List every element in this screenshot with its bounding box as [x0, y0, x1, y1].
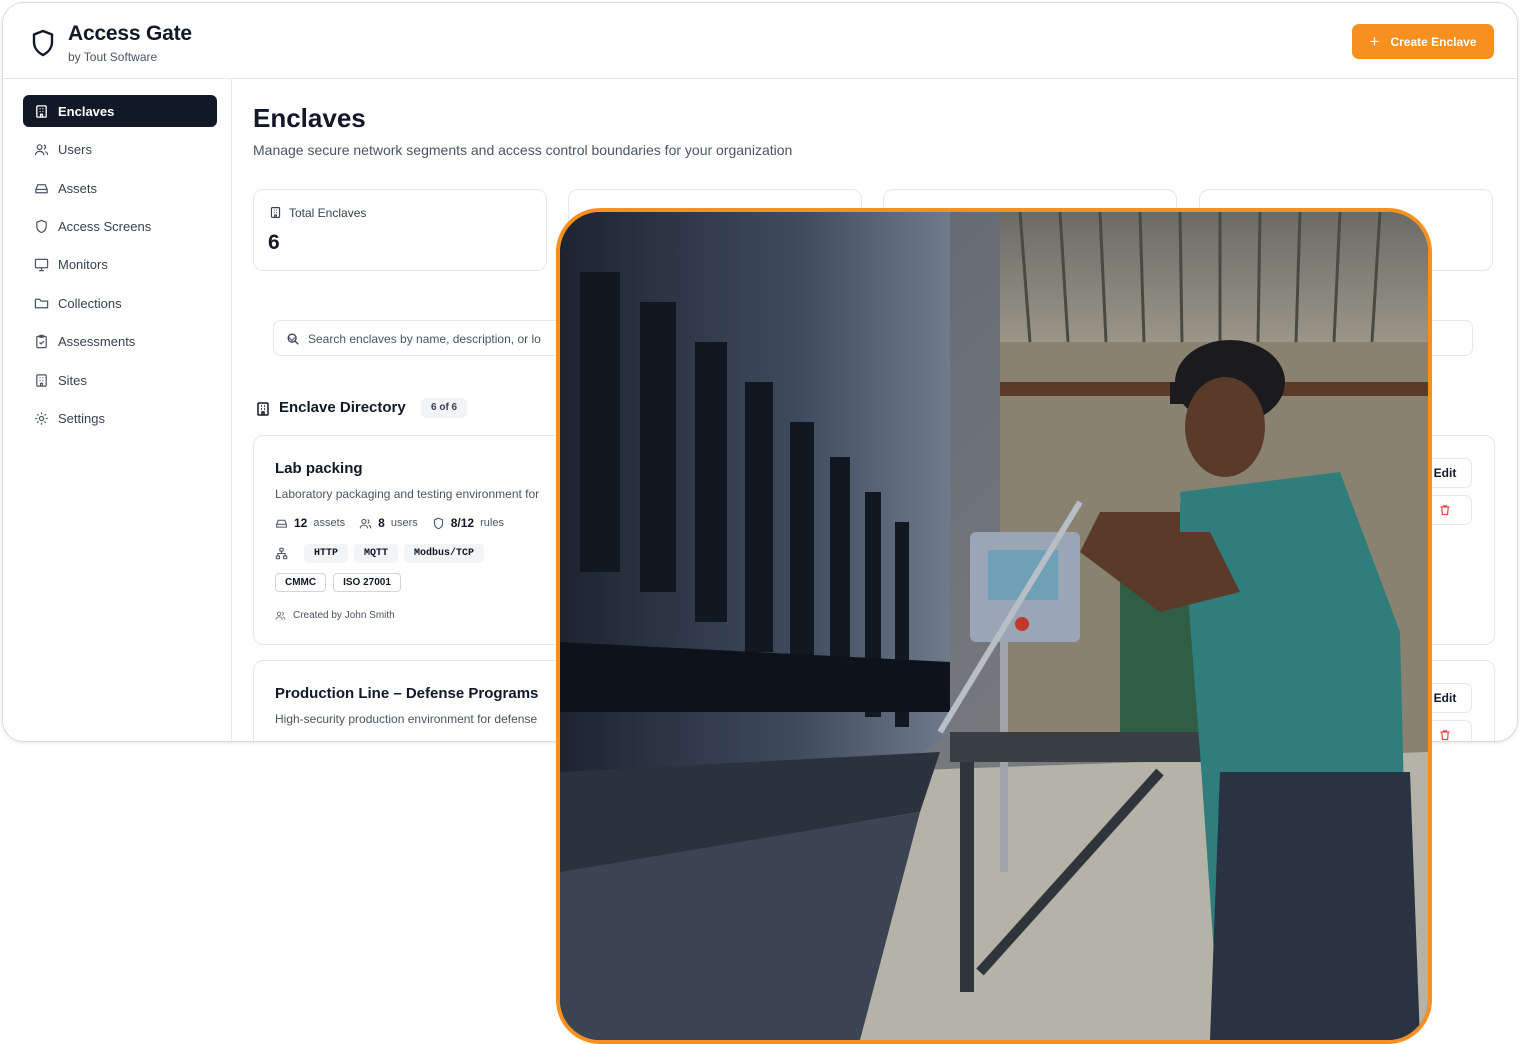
shield-icon [433, 517, 443, 529]
enclave-name: Lab packing [275, 460, 363, 477]
enclave-description: Laboratory packaging and testing environ… [275, 487, 540, 501]
building-icon [36, 104, 47, 118]
sidebar-item-enclaves[interactable]: Enclaves [23, 95, 217, 127]
sidebar-item-settings[interactable]: Settings [23, 402, 217, 434]
app-title: Access Gate [68, 22, 192, 45]
top-bar: Access Gate by Tout Software + Create En… [3, 3, 1517, 79]
sidebar-item-collections[interactable]: Collections [23, 287, 217, 319]
clipboard-icon [36, 334, 47, 348]
stat-card-total-enclaves: Total Enclaves 6 [253, 189, 547, 271]
enclave-meta: 12 assets 8 users 8/12 rules [275, 516, 504, 530]
rules-count: 8/12 rules [432, 516, 504, 530]
network-icon [275, 547, 288, 560]
stat-value: 6 [268, 231, 280, 254]
sidebar-item-label: Enclaves [58, 103, 115, 119]
shield-icon [36, 219, 47, 233]
create-enclave-label: Create Enclave [1390, 34, 1477, 49]
monitor-icon [34, 258, 49, 271]
sidebar-item-sites[interactable]: Sites [23, 364, 217, 396]
sidebar-item-label: Access Screens [58, 218, 152, 234]
hard-drive-icon [276, 519, 287, 528]
sidebar-item-monitors[interactable]: Monitors [23, 248, 217, 280]
folder-icon [34, 298, 49, 308]
building-icon [270, 207, 281, 218]
stat-label: Total Enclaves [289, 206, 367, 220]
industrial-worker-photo [556, 208, 1432, 1044]
app-subtitle: by Tout Software [68, 50, 158, 64]
enclave-name: Production Line – Defense Programs [275, 685, 539, 702]
protocol-list: HTTP MQTT Modbus/TCP [275, 544, 485, 563]
sidebar-item-label: Collections [58, 295, 122, 311]
gear-icon [35, 411, 48, 425]
assets-count: 12 assets [275, 516, 345, 530]
protocol-chip: MQTT [354, 544, 399, 563]
sidebar-item-label: Sites [58, 372, 87, 388]
building-icon [257, 402, 269, 416]
sidebar-item-label: Assessments [58, 333, 136, 349]
page-subtitle: Manage secure network segments and acces… [253, 142, 793, 158]
directory-count-badge: 6 of 6 [421, 398, 468, 418]
hard-drive-icon [35, 183, 48, 193]
users-count: 8 users [359, 516, 418, 530]
sidebar-item-access-screens[interactable]: Access Screens [23, 210, 217, 242]
sidebar-item-label: Monitors [58, 256, 108, 272]
compliance-list: CMMC ISO 27001 [275, 573, 401, 592]
trash-icon [1440, 505, 1450, 516]
compliance-chip: ISO 27001 [333, 573, 401, 592]
users-icon [359, 518, 372, 528]
directory-title: Enclave Directory [279, 399, 406, 416]
sidebar-item-assessments[interactable]: Assessments [23, 325, 217, 357]
page-title: Enclaves [253, 103, 366, 133]
create-enclave-button[interactable]: + Create Enclave [1352, 24, 1494, 59]
created-by: Created by John Smith [275, 610, 395, 621]
trash-icon [1440, 730, 1450, 741]
sidebar-item-label: Assets [58, 180, 98, 196]
users-icon [34, 143, 49, 155]
building-icon [36, 373, 47, 387]
protocol-chip: HTTP [304, 544, 349, 563]
plus-icon: + [1369, 32, 1380, 51]
sidebar-item-label: Settings [58, 410, 105, 426]
photo-illustration [560, 212, 1428, 1040]
sidebar-item-label: Users [58, 141, 92, 157]
sidebar: Enclaves Users Assets Access Screens Mon… [3, 79, 232, 741]
shield-logo-icon [32, 29, 54, 57]
sidebar-item-users[interactable]: Users [23, 133, 217, 165]
enclave-description: High-security production environment for… [275, 712, 538, 726]
users-icon [275, 611, 286, 620]
sidebar-item-assets[interactable]: Assets [23, 172, 217, 204]
chevron-down-icon[interactable] [286, 333, 298, 345]
protocol-chip: Modbus/TCP [404, 544, 485, 563]
compliance-chip: CMMC [275, 573, 327, 592]
